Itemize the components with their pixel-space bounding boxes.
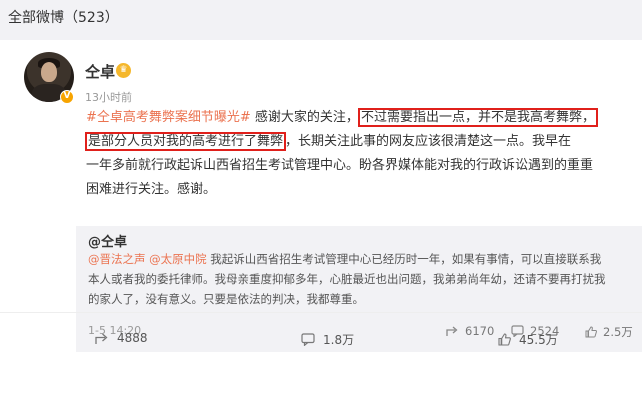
post-time[interactable]: 13小时前 [85,89,132,105]
comment-button[interactable]: 1.8万 [301,331,354,348]
like-button[interactable]: 45.5万 [498,331,558,348]
all-weibo-title: 全部微博（523） [8,10,119,26]
post-text-line: 是部分人员对我的高考进行了舞弊 ，长期关注此事的网友应该很清楚这一点。我早在 [84,132,572,151]
repost-text-line: 本人或者我的委托律师。我母亲重度抑郁多年，心脏最近也出问题，我弟弟尚年幼，还请不… [88,272,606,286]
page-header: 全部微博（523） [0,0,642,32]
comment-icon [301,333,315,346]
mention-link[interactable]: @晋法之声 [88,252,146,266]
forward-button[interactable]: 4888 [95,331,148,345]
repost-text-line: 的家人了，没有意义。只要是依法的判决，我都尊重。 [88,292,364,306]
like-count: 45.5万 [519,333,558,347]
forward-count: 4888 [117,331,148,345]
repost-text-line: @晋法之声 @太原中院 我起诉山西省招生考试管理中心已经历时一年，如果有事情，可… [88,252,602,266]
repost-author[interactable]: @仝卓 [88,231,127,250]
post-footer: 4888 1.8万 45.5万 [0,313,642,364]
highlighted-text: 是部分人员对我的高考进行了舞弊 [84,132,287,151]
crown-badge-icon[interactable]: ♛ [116,63,131,78]
vip-badge-icon: V [60,90,74,104]
mention-link[interactable]: @太原中院 [149,252,207,266]
post-text-line: 困难进行关注。感谢。 [86,182,217,197]
hashtag-link[interactable]: #仝卓高考舞弊案细节曝光# [86,110,251,125]
forward-icon [95,333,108,344]
author-name[interactable]: 仝卓 [85,61,115,82]
weibo-card: V 仝卓 ♛ 13小时前 #仝卓高考舞弊案细节曝光# 感谢大家的关注， 不过需要指… [0,40,642,404]
comment-count: 1.8万 [323,333,355,347]
post-text-line: 一年多前就行政起诉山西省招生考试管理中心。盼各界媒体能对我的行政诉讼遇到的重重 [86,158,594,173]
post-text-line: #仝卓高考舞弊案细节曝光# 感谢大家的关注， 不过需要指出一点，并不是我高考舞弊， [86,108,598,127]
like-icon [498,333,511,346]
highlighted-text: 不过需要指出一点，并不是我高考舞弊， [357,108,598,127]
